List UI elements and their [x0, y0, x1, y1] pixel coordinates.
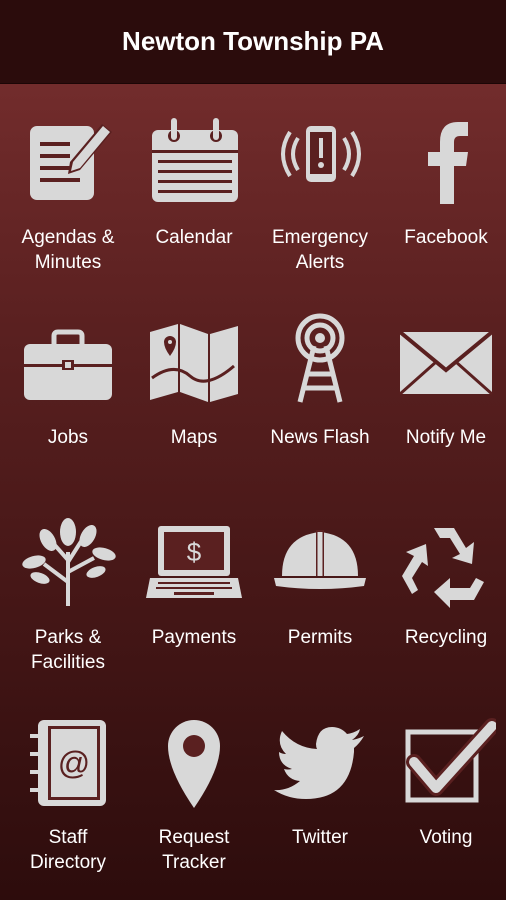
tile-label: Permits	[287, 627, 353, 648]
tile-label: Maps	[170, 427, 218, 448]
tile-parks-facilities[interactable]: Parks & Facilities	[5, 484, 131, 674]
tile-twitter[interactable]: Twitter	[257, 684, 383, 874]
app-title: Newton Township PA	[122, 26, 384, 56]
location-pin-icon	[144, 712, 244, 812]
briefcase-icon	[18, 312, 118, 412]
envelope-icon	[396, 312, 496, 412]
tile-label: Request Tracker	[158, 827, 230, 873]
svg-text:@: @	[58, 745, 90, 781]
tile-label: Staff Directory	[29, 827, 106, 873]
hard-hat-icon	[270, 512, 370, 612]
app-header: Newton Township PA	[0, 0, 506, 84]
svg-text:$: $	[187, 537, 202, 567]
tile-request-tracker[interactable]: Request Tracker	[131, 684, 257, 874]
calendar-icon	[144, 112, 244, 212]
map-icon	[144, 312, 244, 412]
tile-label: Jobs	[47, 427, 89, 448]
tile-payments[interactable]: $ Payments	[131, 484, 257, 674]
facebook-icon	[396, 112, 496, 212]
tile-maps[interactable]: Maps	[131, 284, 257, 474]
tile-label: Notify Me	[405, 427, 487, 448]
tile-label: Payments	[151, 627, 237, 648]
tile-label: Recycling	[404, 627, 488, 648]
tile-label: News Flash	[270, 427, 370, 448]
address-book-icon: @	[18, 712, 118, 812]
tile-agendas-minutes[interactable]: Agendas & Minutes	[5, 84, 131, 274]
tile-notify-me[interactable]: Notify Me	[383, 284, 506, 474]
tile-emergency-alerts[interactable]: Emergency Alerts	[257, 84, 383, 274]
tree-icon	[18, 512, 118, 612]
tile-label: Facebook	[404, 227, 488, 248]
broadcast-tower-icon	[270, 312, 370, 412]
tile-label: Voting	[419, 827, 473, 848]
tile-news-flash[interactable]: News Flash	[257, 284, 383, 474]
tile-grid: Agendas & Minutes Calendar Emergency Ale…	[0, 84, 506, 900]
tile-label: Twitter	[292, 827, 348, 848]
tile-permits[interactable]: Permits	[257, 484, 383, 674]
tile-label: Calendar	[155, 227, 233, 248]
tile-label: Emergency Alerts	[271, 227, 369, 273]
tile-staff-directory[interactable]: @ Staff Directory	[5, 684, 131, 874]
phone-alert-icon	[270, 112, 370, 212]
tile-recycling[interactable]: Recycling	[383, 484, 506, 674]
recycle-icon	[396, 512, 496, 612]
tile-label: Agendas & Minutes	[21, 227, 115, 273]
checkbox-icon	[396, 712, 496, 812]
tile-label: Parks & Facilities	[31, 627, 105, 673]
document-pencil-icon	[18, 112, 118, 212]
tile-voting[interactable]: Voting	[383, 684, 506, 874]
tile-facebook[interactable]: Facebook	[383, 84, 506, 274]
twitter-bird-icon	[270, 712, 370, 812]
tile-jobs[interactable]: Jobs	[5, 284, 131, 474]
laptop-dollar-icon: $	[144, 512, 244, 612]
tile-calendar[interactable]: Calendar	[131, 84, 257, 274]
